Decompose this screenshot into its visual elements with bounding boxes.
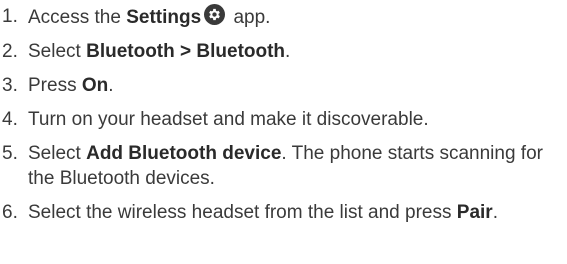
step-text: Select the wireless headset from the lis… xyxy=(28,200,558,225)
step-number: 5. xyxy=(2,143,18,164)
step-1: 1. Access the Settings app. xyxy=(0,4,567,30)
step-text: Select Add Bluetooth device. The phone s… xyxy=(28,141,558,191)
step-5: 5. Select Add Bluetooth device. The phon… xyxy=(0,141,567,191)
step-number: 3. xyxy=(2,75,18,96)
step-text-pre: Select the wireless headset from the lis… xyxy=(28,202,457,223)
step-4: 4. Turn on your headset and make it disc… xyxy=(0,107,567,132)
pair-option: Pair xyxy=(456,202,493,223)
on-option: On xyxy=(81,75,109,96)
step-text: Press On. xyxy=(28,73,558,98)
step-text: Select Bluetooth > Bluetooth. xyxy=(28,39,558,64)
step-text-pre: Press xyxy=(28,75,82,96)
settings-app-name: Settings xyxy=(126,7,202,28)
step-text-post: . xyxy=(108,75,114,96)
step-number: 2. xyxy=(2,41,18,62)
step-text: Turn on your headset and make it discove… xyxy=(28,109,429,130)
step-text-post: . xyxy=(492,202,498,223)
step-text-post: app. xyxy=(228,7,271,28)
step-text: Access the Settings app. xyxy=(28,4,558,30)
settings-gear-icon xyxy=(204,4,226,25)
instruction-steps: 1. Access the Settings app. 2. Select Bl… xyxy=(0,0,567,225)
step-6: 6. Select the wireless headset from the … xyxy=(0,200,567,225)
step-number: 4. xyxy=(2,109,18,130)
add-bluetooth-device-option: Add Bluetooth device xyxy=(86,143,282,164)
step-number: 1. xyxy=(2,6,18,27)
step-text-pre: Select xyxy=(28,143,87,164)
step-text-pre: Select xyxy=(28,41,87,62)
step-number: 6. xyxy=(2,202,18,223)
step-text-pre: Access the xyxy=(28,7,127,28)
step-2: 2. Select Bluetooth > Bluetooth. xyxy=(0,39,567,64)
bluetooth-menu-path: Bluetooth > Bluetooth xyxy=(86,41,286,62)
step-text-post: . xyxy=(285,41,291,62)
step-3: 3. Press On. xyxy=(0,73,567,98)
